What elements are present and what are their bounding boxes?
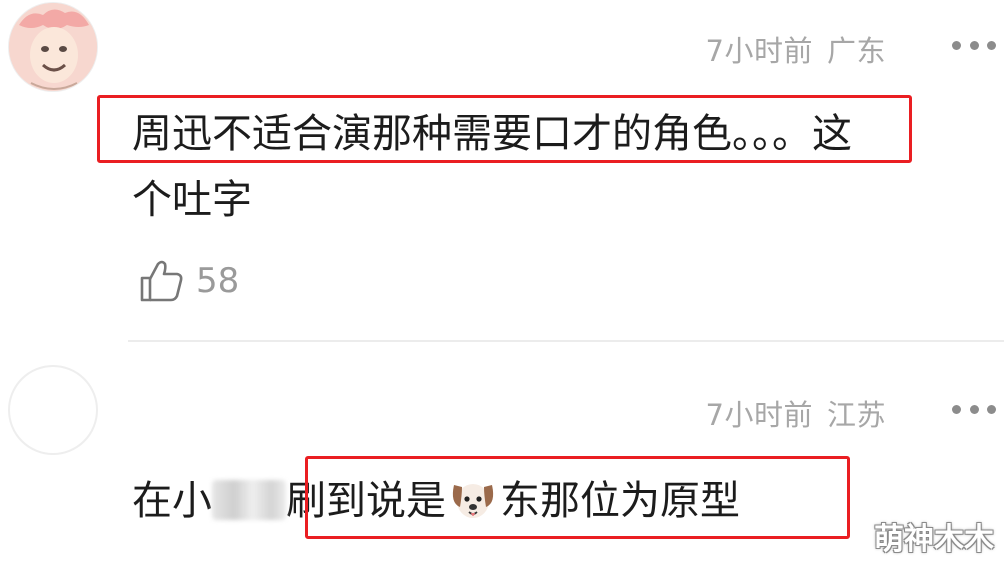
comment-time: 7小时前 <box>705 398 813 432</box>
avatar[interactable] <box>8 2 98 92</box>
comment-location: 广东 <box>826 34 886 68</box>
blurred-text <box>212 480 286 520</box>
like-count: 58 <box>196 261 240 301</box>
more-dots-icon[interactable] <box>952 39 996 51</box>
avatar[interactable] <box>8 365 98 455</box>
comment-meta: 7小时前 江苏 <box>706 392 886 434</box>
like-button[interactable]: 58 <box>138 258 239 304</box>
divider <box>128 340 1004 342</box>
highlight-box <box>305 456 850 539</box>
comment-text-line: 个吐字 <box>132 177 252 223</box>
comment-location: 江苏 <box>826 398 886 432</box>
highlight-box <box>97 95 912 163</box>
thumbs-up-icon <box>140 260 183 302</box>
comment-text-prefix: 在小 <box>132 478 212 524</box>
more-dots-icon[interactable] <box>952 403 996 415</box>
comment-time: 7小时前 <box>705 34 813 68</box>
comment-meta: 7小时前 广东 <box>706 28 886 70</box>
watermark: 萌神木木 <box>874 522 994 557</box>
avatar-image <box>9 3 97 91</box>
